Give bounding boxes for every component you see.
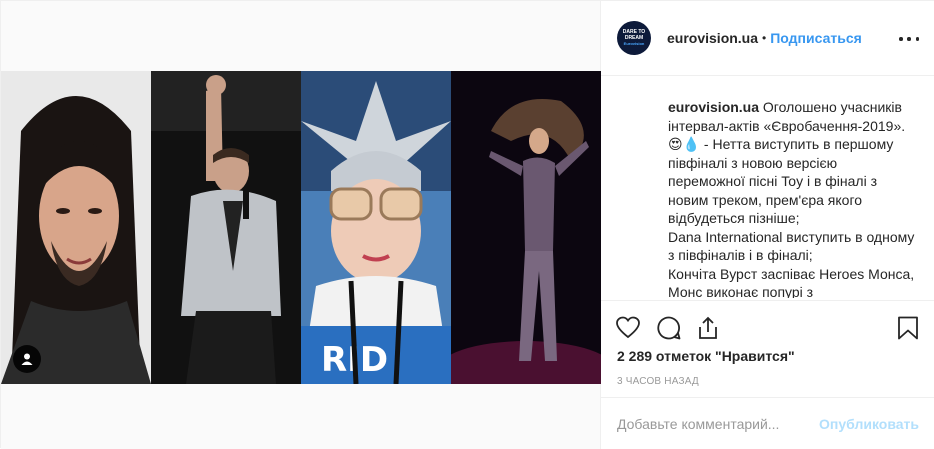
caption-line-3: Dana International виступить в одному з … — [668, 228, 915, 264]
follow-button[interactable]: Подписаться — [770, 30, 862, 46]
more-options-icon[interactable] — [899, 29, 919, 49]
post-header: DARE TO DREAM Eurovision eurovision.ua •… — [601, 1, 934, 76]
post-side-panel: DARE TO DREAM Eurovision eurovision.ua •… — [601, 1, 934, 449]
likes-count[interactable]: 2 289 отметок "Нравится" — [617, 348, 795, 364]
caption-username[interactable]: eurovision.ua — [668, 99, 759, 115]
username-link[interactable]: eurovision.ua — [667, 30, 758, 46]
comment-form: Опубликовать — [601, 397, 934, 449]
post-media[interactable]: RID — [1, 1, 601, 449]
post-timestamp[interactable]: 3 часов назад — [617, 376, 699, 387]
user-icon — [21, 353, 33, 365]
comment-input[interactable] — [617, 415, 820, 432]
tagged-users-button[interactable] — [13, 345, 41, 373]
comment-icon[interactable] — [656, 315, 682, 341]
publish-button[interactable]: Опубликовать — [819, 416, 919, 432]
photo-conchita — [1, 71, 151, 384]
caption-line-2: 😍💧 - Нетта виступить в першому півфіналі… — [668, 136, 894, 226]
instagram-post: RID — [0, 0, 934, 449]
heart-icon[interactable] — [615, 315, 641, 341]
photo-mans — [151, 71, 301, 384]
share-icon[interactable] — [695, 315, 721, 341]
separator-dot: • — [762, 31, 767, 45]
action-bar — [601, 300, 934, 348]
photo-verka: RID — [301, 71, 451, 384]
avatar[interactable]: DARE TO DREAM Eurovision — [617, 21, 651, 55]
caption-line-4: Кончіта Вурст заспіває Heroes Монса, Мон… — [668, 265, 915, 299]
photo-netta — [451, 71, 601, 384]
photo-collage: RID — [1, 71, 601, 384]
caption: eurovision.ua Оголошено учасників інтерв… — [668, 98, 918, 298]
bookmark-icon[interactable] — [895, 315, 921, 341]
avatar-text-3: Eurovision — [623, 41, 645, 46]
